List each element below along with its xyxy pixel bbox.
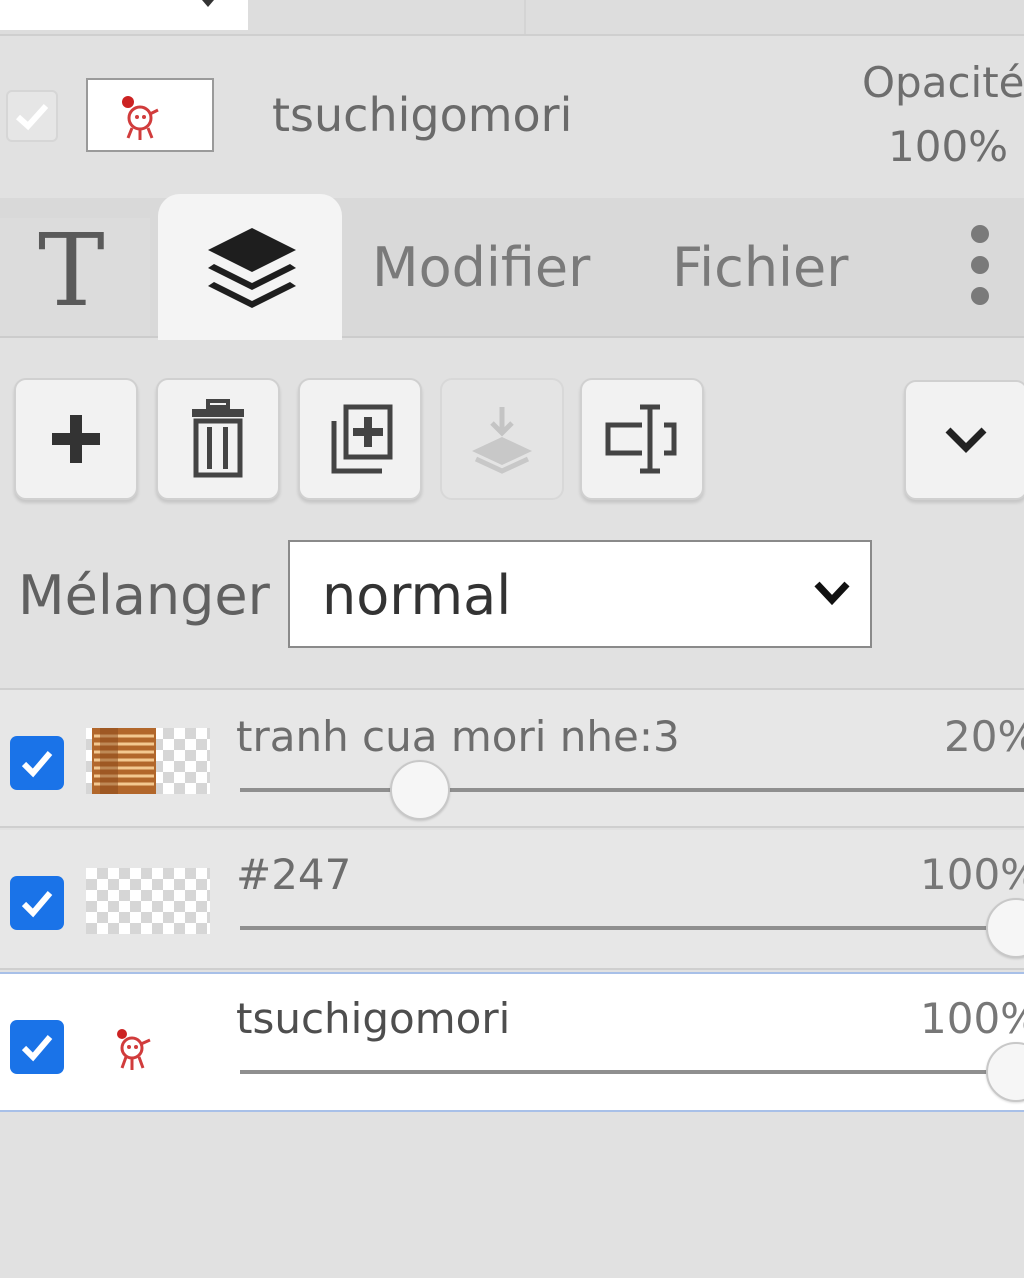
layer-visibility-checkbox[interactable] bbox=[10, 876, 64, 930]
more-vertical-icon[interactable] bbox=[960, 222, 1000, 308]
add-layer-button[interactable] bbox=[14, 378, 138, 500]
layer-thumbnail-transparent bbox=[86, 868, 210, 934]
layer-thumbnail bbox=[86, 728, 210, 794]
layer-list: tranh cua mori nhe:3 20% #247 100% bbox=[0, 688, 1024, 1120]
opacity-value[interactable]: 100% bbox=[888, 122, 1008, 171]
delete-layer-button[interactable] bbox=[156, 378, 280, 500]
current-layer-name: tsuchigomori bbox=[272, 88, 573, 142]
merge-down-button[interactable] bbox=[440, 378, 564, 500]
plus-icon bbox=[52, 415, 100, 463]
layer-opacity-slider-track[interactable] bbox=[240, 788, 1024, 792]
layers-icon bbox=[208, 228, 296, 308]
layer-opacity-value: 100% bbox=[920, 850, 1024, 899]
current-layer-thumbnail bbox=[86, 78, 214, 152]
layer-name: tsuchigomori bbox=[236, 994, 511, 1043]
rename-layer-button[interactable] bbox=[580, 378, 704, 500]
layer-thumbnail bbox=[86, 1012, 210, 1078]
rename-icon bbox=[605, 404, 677, 474]
current-layer-visibility-checkbox[interactable] bbox=[6, 90, 58, 142]
chevron-down-icon bbox=[945, 427, 987, 453]
collapse-toolbar-button[interactable] bbox=[904, 380, 1024, 500]
check-icon bbox=[15, 103, 49, 131]
top-divider bbox=[524, 0, 526, 34]
layer-visibility-checkbox[interactable] bbox=[10, 736, 64, 790]
layer-opacity-value: 100% bbox=[920, 994, 1024, 1043]
layer-row[interactable]: tranh cua mori nhe:3 20% bbox=[0, 688, 1024, 828]
check-icon bbox=[21, 891, 53, 918]
layer-opacity-slider-thumb[interactable] bbox=[390, 760, 450, 820]
duplicate-layer-button[interactable] bbox=[298, 378, 422, 500]
spider-sketch-icon bbox=[117, 1029, 151, 1070]
text-tool-icon: T bbox=[38, 212, 105, 329]
caret-down-icon bbox=[202, 0, 214, 7]
layer-row-selected[interactable]: tsuchigomori 100% bbox=[0, 972, 1024, 1112]
blend-mode-select[interactable]: normal bbox=[288, 540, 872, 648]
opacity-label: Opacité bbox=[862, 58, 1024, 107]
trash-icon bbox=[192, 399, 244, 478]
tab-fichier[interactable]: Fichier bbox=[672, 236, 848, 299]
tab-modifier[interactable]: Modifier bbox=[372, 236, 590, 299]
layer-row[interactable]: #247 100% bbox=[0, 830, 1024, 970]
panel-empty-area bbox=[0, 1120, 1024, 1278]
check-icon bbox=[21, 1035, 53, 1062]
layer-name: tranh cua mori nhe:3 bbox=[236, 712, 680, 761]
blend-mode-value: normal bbox=[322, 564, 512, 627]
layer-opacity-value: 20% bbox=[944, 712, 1024, 761]
layer-opacity-slider-track[interactable] bbox=[240, 926, 1024, 930]
blend-label: Mélanger bbox=[18, 564, 270, 627]
spider-sketch-icon bbox=[122, 96, 159, 140]
layer-opacity-slider-track[interactable] bbox=[240, 1070, 1024, 1074]
layer-opacity-slider-thumb[interactable] bbox=[986, 1042, 1024, 1102]
layer-visibility-checkbox[interactable] bbox=[10, 1020, 64, 1074]
painting-thumbnail-icon bbox=[92, 728, 156, 794]
tab-layers[interactable] bbox=[158, 194, 342, 340]
chevron-down-icon bbox=[814, 581, 850, 606]
duplicate-icon bbox=[331, 404, 393, 474]
layer-opacity-slider-thumb[interactable] bbox=[986, 898, 1024, 958]
layer-name: #247 bbox=[236, 850, 352, 899]
merge-down-icon bbox=[472, 407, 532, 474]
check-icon bbox=[21, 751, 53, 778]
